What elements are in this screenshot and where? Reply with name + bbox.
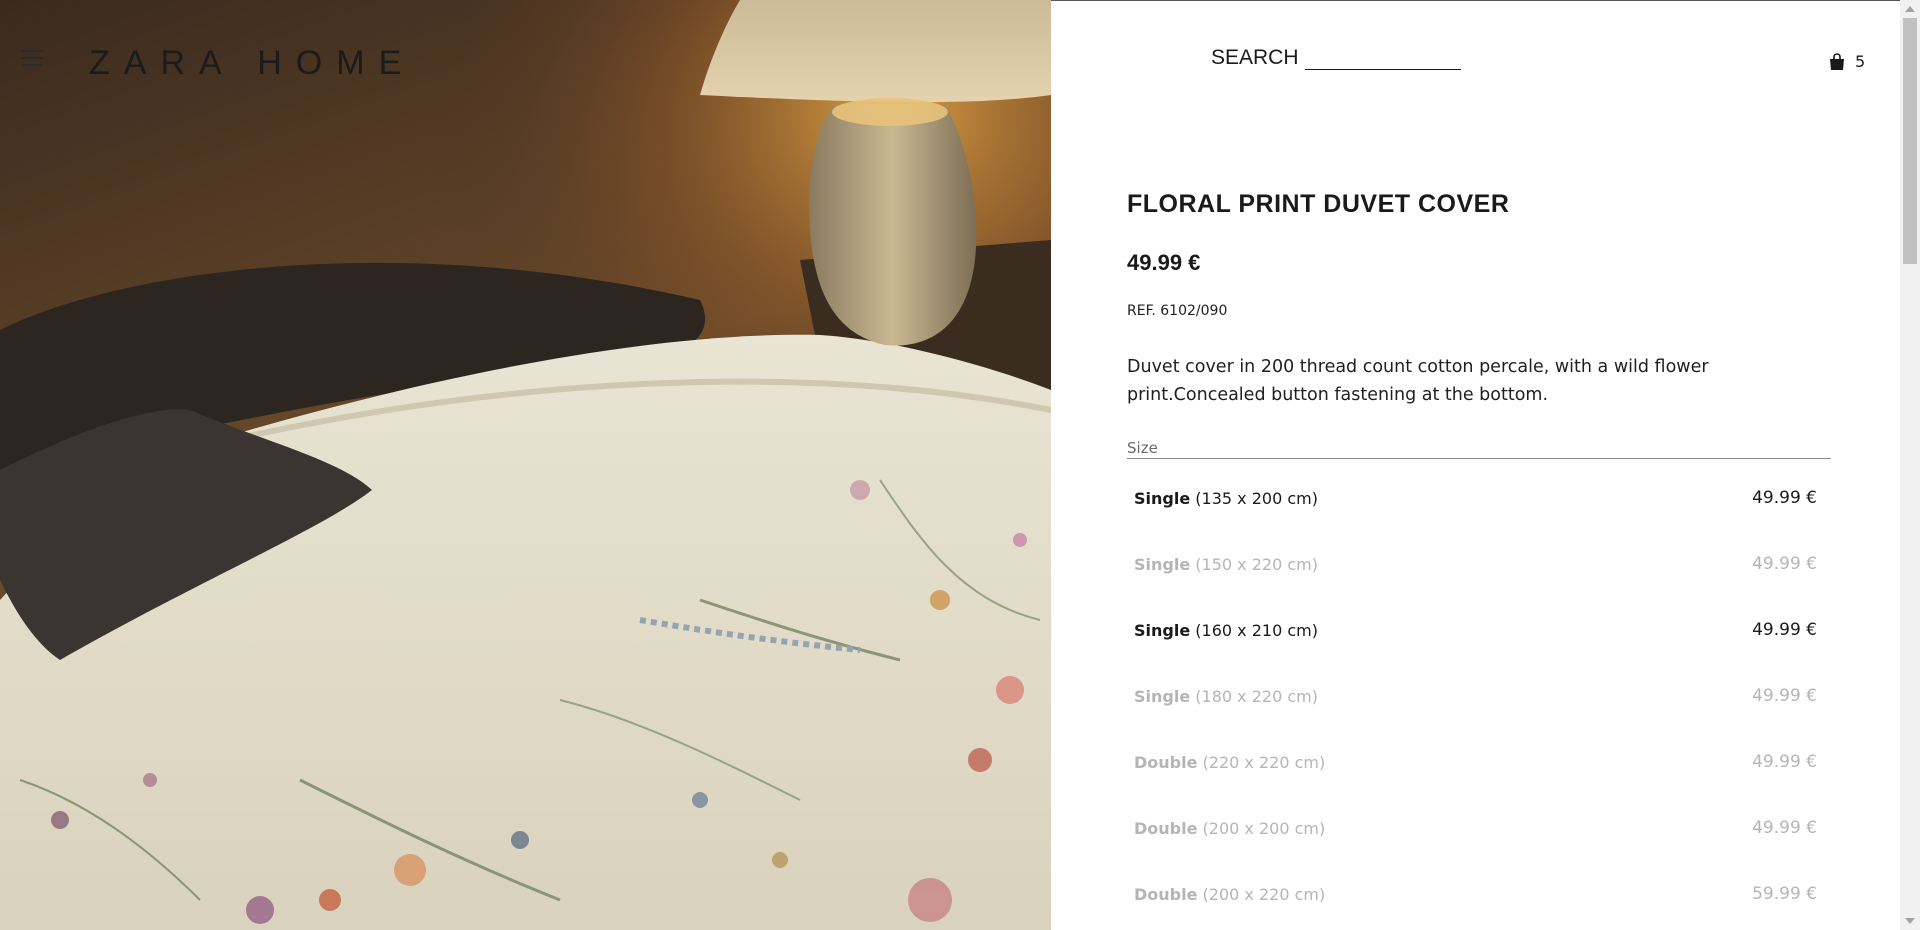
size-option-name: Single (160 x 210 cm) [1134, 620, 1318, 640]
size-option-price: 49.99 € [1752, 620, 1817, 640]
product-reference: REF. 6102/090 [1127, 303, 1228, 319]
product-title: FLORAL PRINT DUVET COVER [1127, 190, 1510, 218]
size-option-name: Double (220 x 220 cm) [1134, 752, 1326, 772]
size-option-price: 49.99 € [1752, 488, 1817, 508]
size-label: Size [1127, 439, 1158, 457]
header-left: ZARA HOME [0, 0, 600, 120]
size-option-price: 49.99 € [1752, 686, 1817, 706]
size-option-price: 59.99 € [1752, 884, 1817, 904]
size-option-name: Single (150 x 220 cm) [1134, 554, 1318, 574]
product-price: 49.99 € [1127, 250, 1201, 275]
size-option-name: Double (200 x 200 cm) [1134, 818, 1326, 838]
shopping-bag-icon [1830, 52, 1844, 70]
hamburger-menu-icon[interactable] [21, 50, 43, 66]
size-option[interactable]: Double (200 x 200 cm) 49.99 € [1127, 795, 1831, 861]
search-label: SEARCH [1211, 46, 1299, 69]
scroll-down-arrow-icon[interactable] [1905, 918, 1915, 924]
size-option[interactable]: Single (180 x 220 cm) 49.99 € [1127, 663, 1831, 729]
size-divider [1127, 458, 1831, 459]
size-option[interactable]: Single (160 x 210 cm) 49.99 € [1127, 597, 1831, 663]
cart-button[interactable]: 5 [1829, 52, 1865, 71]
scroll-up-arrow-icon[interactable] [1905, 6, 1915, 12]
size-option[interactable]: Single (150 x 220 cm) 49.99 € [1127, 531, 1831, 597]
size-list: Single (135 x 200 cm) 49.99 € Single (15… [1127, 465, 1831, 927]
size-option[interactable]: Single (135 x 200 cm) 49.99 € [1127, 465, 1831, 531]
page-scrollbar[interactable] [1900, 0, 1920, 930]
search-underline [1304, 49, 1461, 70]
search-input[interactable]: SEARCH [1211, 46, 1461, 70]
cart-count: 5 [1855, 52, 1866, 71]
size-option-name: Single (180 x 220 cm) [1134, 686, 1318, 706]
scrollbar-thumb[interactable] [1903, 18, 1917, 264]
product-hero-image [0, 0, 1051, 930]
size-option-price: 49.99 € [1752, 554, 1817, 574]
size-option[interactable]: Double (200 x 220 cm) 59.99 € [1127, 861, 1831, 927]
size-option-name: Double (200 x 220 cm) [1134, 884, 1326, 904]
size-option-name: Single (135 x 200 cm) [1134, 488, 1318, 508]
brand-logo[interactable]: ZARA HOME [89, 44, 415, 83]
size-option-price: 49.99 € [1752, 752, 1817, 772]
product-description: Duvet cover in 200 thread count cotton p… [1127, 357, 1709, 405]
bedroom-scene-illustration [0, 0, 1051, 930]
size-option-price: 49.99 € [1752, 818, 1817, 838]
size-option[interactable]: Double (220 x 220 cm) 49.99 € [1127, 729, 1831, 795]
